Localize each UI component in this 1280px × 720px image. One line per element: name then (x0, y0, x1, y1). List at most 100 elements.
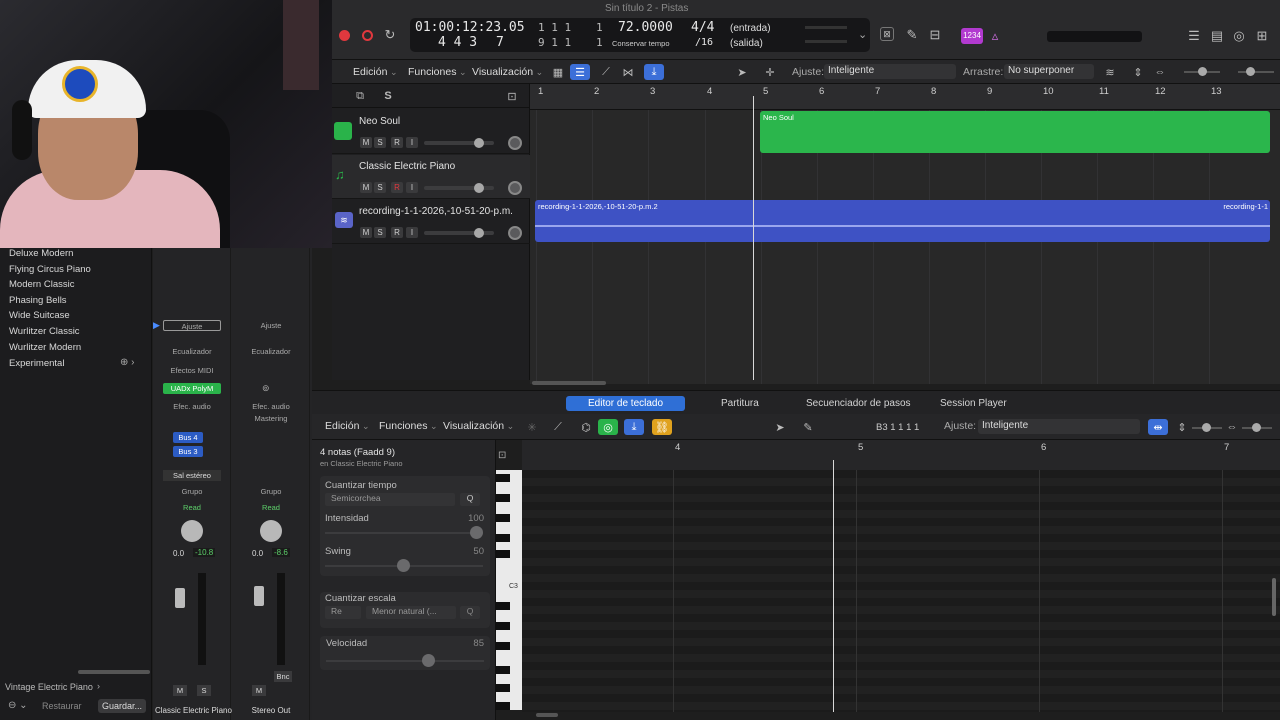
black-key[interactable] (496, 602, 510, 610)
midi-out-icon[interactable]: ⌬ (576, 419, 596, 435)
group-slot[interactable]: Grupo (163, 486, 221, 497)
group-slot[interactable]: Grupo (242, 486, 300, 497)
quantize-button[interactable]: Q (460, 493, 480, 506)
library-item[interactable]: Wide Suitcase (9, 310, 70, 321)
library-item[interactable]: Phasing Bells (9, 295, 67, 306)
solo-button[interactable]: S (197, 685, 211, 696)
lcd-display[interactable]: 01:00:12:23.05 4 4 3 7 1 1 1 1 9 1 1 1 7… (410, 18, 870, 52)
browser-icon[interactable]: ⊞ (1253, 27, 1271, 45)
velocity-slider[interactable] (326, 654, 484, 667)
pan-knob[interactable] (508, 181, 522, 195)
global-tracks-icon[interactable]: S (378, 88, 398, 104)
metronome-icon[interactable]: ▵ (986, 27, 1004, 45)
catch-icon[interactable]: ⤓ (624, 419, 644, 435)
lcd-division[interactable]: /16 (695, 37, 713, 48)
mute-button[interactable]: M (360, 227, 372, 238)
loop-icon[interactable]: ◎ (598, 419, 618, 435)
library-item[interactable]: Modern Classic (9, 279, 74, 290)
pan-knob[interactable] (260, 520, 282, 542)
zoom-fit-icon[interactable]: ⇹ (1148, 419, 1168, 435)
library-item[interactable]: Experimental (9, 358, 64, 369)
strip-name[interactable]: Classic Electric Piano (155, 706, 232, 715)
footer-patch[interactable]: Vintage Electric Piano (5, 682, 93, 692)
bar-ruler[interactable]: 1 2 3 4 5 6 7 8 9 10 11 12 13 (530, 84, 1280, 110)
black-key[interactable] (496, 622, 510, 630)
input-monitor-button[interactable]: I (406, 227, 418, 238)
track-name[interactable]: Classic Electric Piano (359, 161, 455, 172)
folder-icon[interactable]: ⊡ (502, 88, 522, 104)
edit-menu[interactable]: Edición (353, 66, 398, 78)
eq-slot[interactable]: Ecualizador (242, 346, 300, 357)
count-in-button[interactable]: 1234 (961, 28, 983, 44)
midi-fx-slot[interactable]: Efectos MIDI (163, 365, 221, 376)
notepad-icon[interactable]: ▤ (1208, 27, 1226, 45)
functions-menu[interactable]: Funciones (379, 420, 438, 432)
flex-icon[interactable]: ⋈ (618, 64, 638, 80)
horizontal-scrollbar[interactable] (536, 713, 558, 717)
volume-slider[interactable] (424, 138, 494, 148)
piano-roll-ruler[interactable]: 4 5 6 7 (522, 440, 1280, 470)
chevron-down-icon[interactable]: ⌄ (858, 28, 867, 41)
setting-button[interactable]: Ajuste (242, 320, 300, 331)
scale-quantize-button[interactable]: Q (460, 606, 480, 619)
link-icon[interactable]: ⊚ (262, 383, 270, 394)
instrument-slot[interactable]: UADx PolyM (163, 383, 221, 394)
view-menu[interactable]: Visualización (443, 420, 514, 432)
lcd-output[interactable]: (salida) (730, 38, 763, 49)
record-enable-button[interactable]: R (391, 182, 403, 193)
piano-keyboard[interactable]: C3 (496, 470, 522, 710)
output-slot[interactable]: Sal estéreo (163, 470, 221, 481)
waveform-zoom-icon[interactable]: ≋ (1100, 64, 1120, 80)
track-row[interactable]: ≋ recording-1-1-2026,-10-51-20-p.m. M S … (332, 200, 530, 244)
playhead[interactable] (753, 96, 754, 380)
arrange-area[interactable]: 1 2 3 4 5 6 7 8 9 10 11 12 13 Neo Soul r… (530, 84, 1280, 385)
library-scrollbar[interactable] (78, 670, 150, 674)
replace-icon[interactable]: ⊟ (926, 26, 944, 44)
black-key[interactable] (496, 666, 510, 674)
catch-icon[interactable]: ⤓ (644, 64, 664, 80)
zoom-slider-h[interactable] (1242, 423, 1272, 432)
volume-fader[interactable] (254, 586, 264, 606)
list-editors-icon[interactable]: ☰ (1185, 27, 1203, 45)
restore-button[interactable]: Restaurar (42, 701, 82, 711)
send-slot[interactable]: Bus 4 (173, 432, 203, 443)
lcd-tempo[interactable]: 72.0000 (618, 20, 673, 35)
black-key[interactable] (496, 684, 510, 692)
horizontal-scrollbar[interactable] (532, 381, 606, 385)
track-name[interactable]: Neo Soul (359, 116, 400, 127)
swing-slider[interactable] (325, 559, 483, 572)
save-button[interactable]: Guardar... (98, 699, 146, 713)
tab-session-player[interactable]: Session Player (918, 396, 1029, 411)
zoom-slider-v[interactable] (1184, 67, 1220, 76)
solo-icon[interactable]: ⊠ (880, 27, 894, 41)
solo-button[interactable]: S (374, 182, 386, 193)
automation-slot[interactable]: Read (163, 502, 221, 513)
black-key[interactable] (496, 534, 510, 542)
pan-knob[interactable] (508, 136, 522, 150)
mute-button[interactable]: M (173, 685, 187, 696)
drummer-region[interactable]: Neo Soul (760, 111, 1270, 153)
lcd-input[interactable]: (entrada) (730, 23, 771, 34)
black-key[interactable] (496, 550, 510, 558)
strip-name[interactable]: Stereo Out (232, 706, 310, 715)
audio-fx-slot[interactable]: Efec. audio (242, 401, 300, 412)
lcd-signature[interactable]: 4/4 (691, 20, 714, 35)
black-key[interactable] (496, 494, 510, 502)
link-icon[interactable]: ⛓ (652, 419, 672, 435)
playhead[interactable] (833, 460, 834, 712)
view-menu[interactable]: Visualización (472, 66, 543, 78)
track-name[interactable]: recording-1-1-2026,-10-51-20-p.m. (359, 206, 513, 217)
scale-root-select[interactable]: Re (325, 606, 361, 619)
loop-browser-icon[interactable]: ◎ (1230, 27, 1248, 45)
mute-button[interactable]: M (360, 137, 372, 148)
library-item[interactable]: Deluxe Modern (9, 248, 73, 259)
grid-view-icon[interactable]: ▦ (548, 64, 568, 80)
track-row[interactable]: Neo Soul M S R I (332, 110, 530, 154)
horizontal-zoom-icon[interactable]: ⇔ (1222, 419, 1242, 435)
list-view-icon[interactable]: ☰ (570, 64, 590, 80)
pan-knob[interactable] (181, 520, 203, 542)
solo-button[interactable]: S (374, 227, 386, 238)
pan-knob[interactable] (508, 226, 522, 240)
duplicate-track-icon[interactable]: ⧉ (350, 88, 370, 104)
black-key[interactable] (496, 514, 510, 522)
